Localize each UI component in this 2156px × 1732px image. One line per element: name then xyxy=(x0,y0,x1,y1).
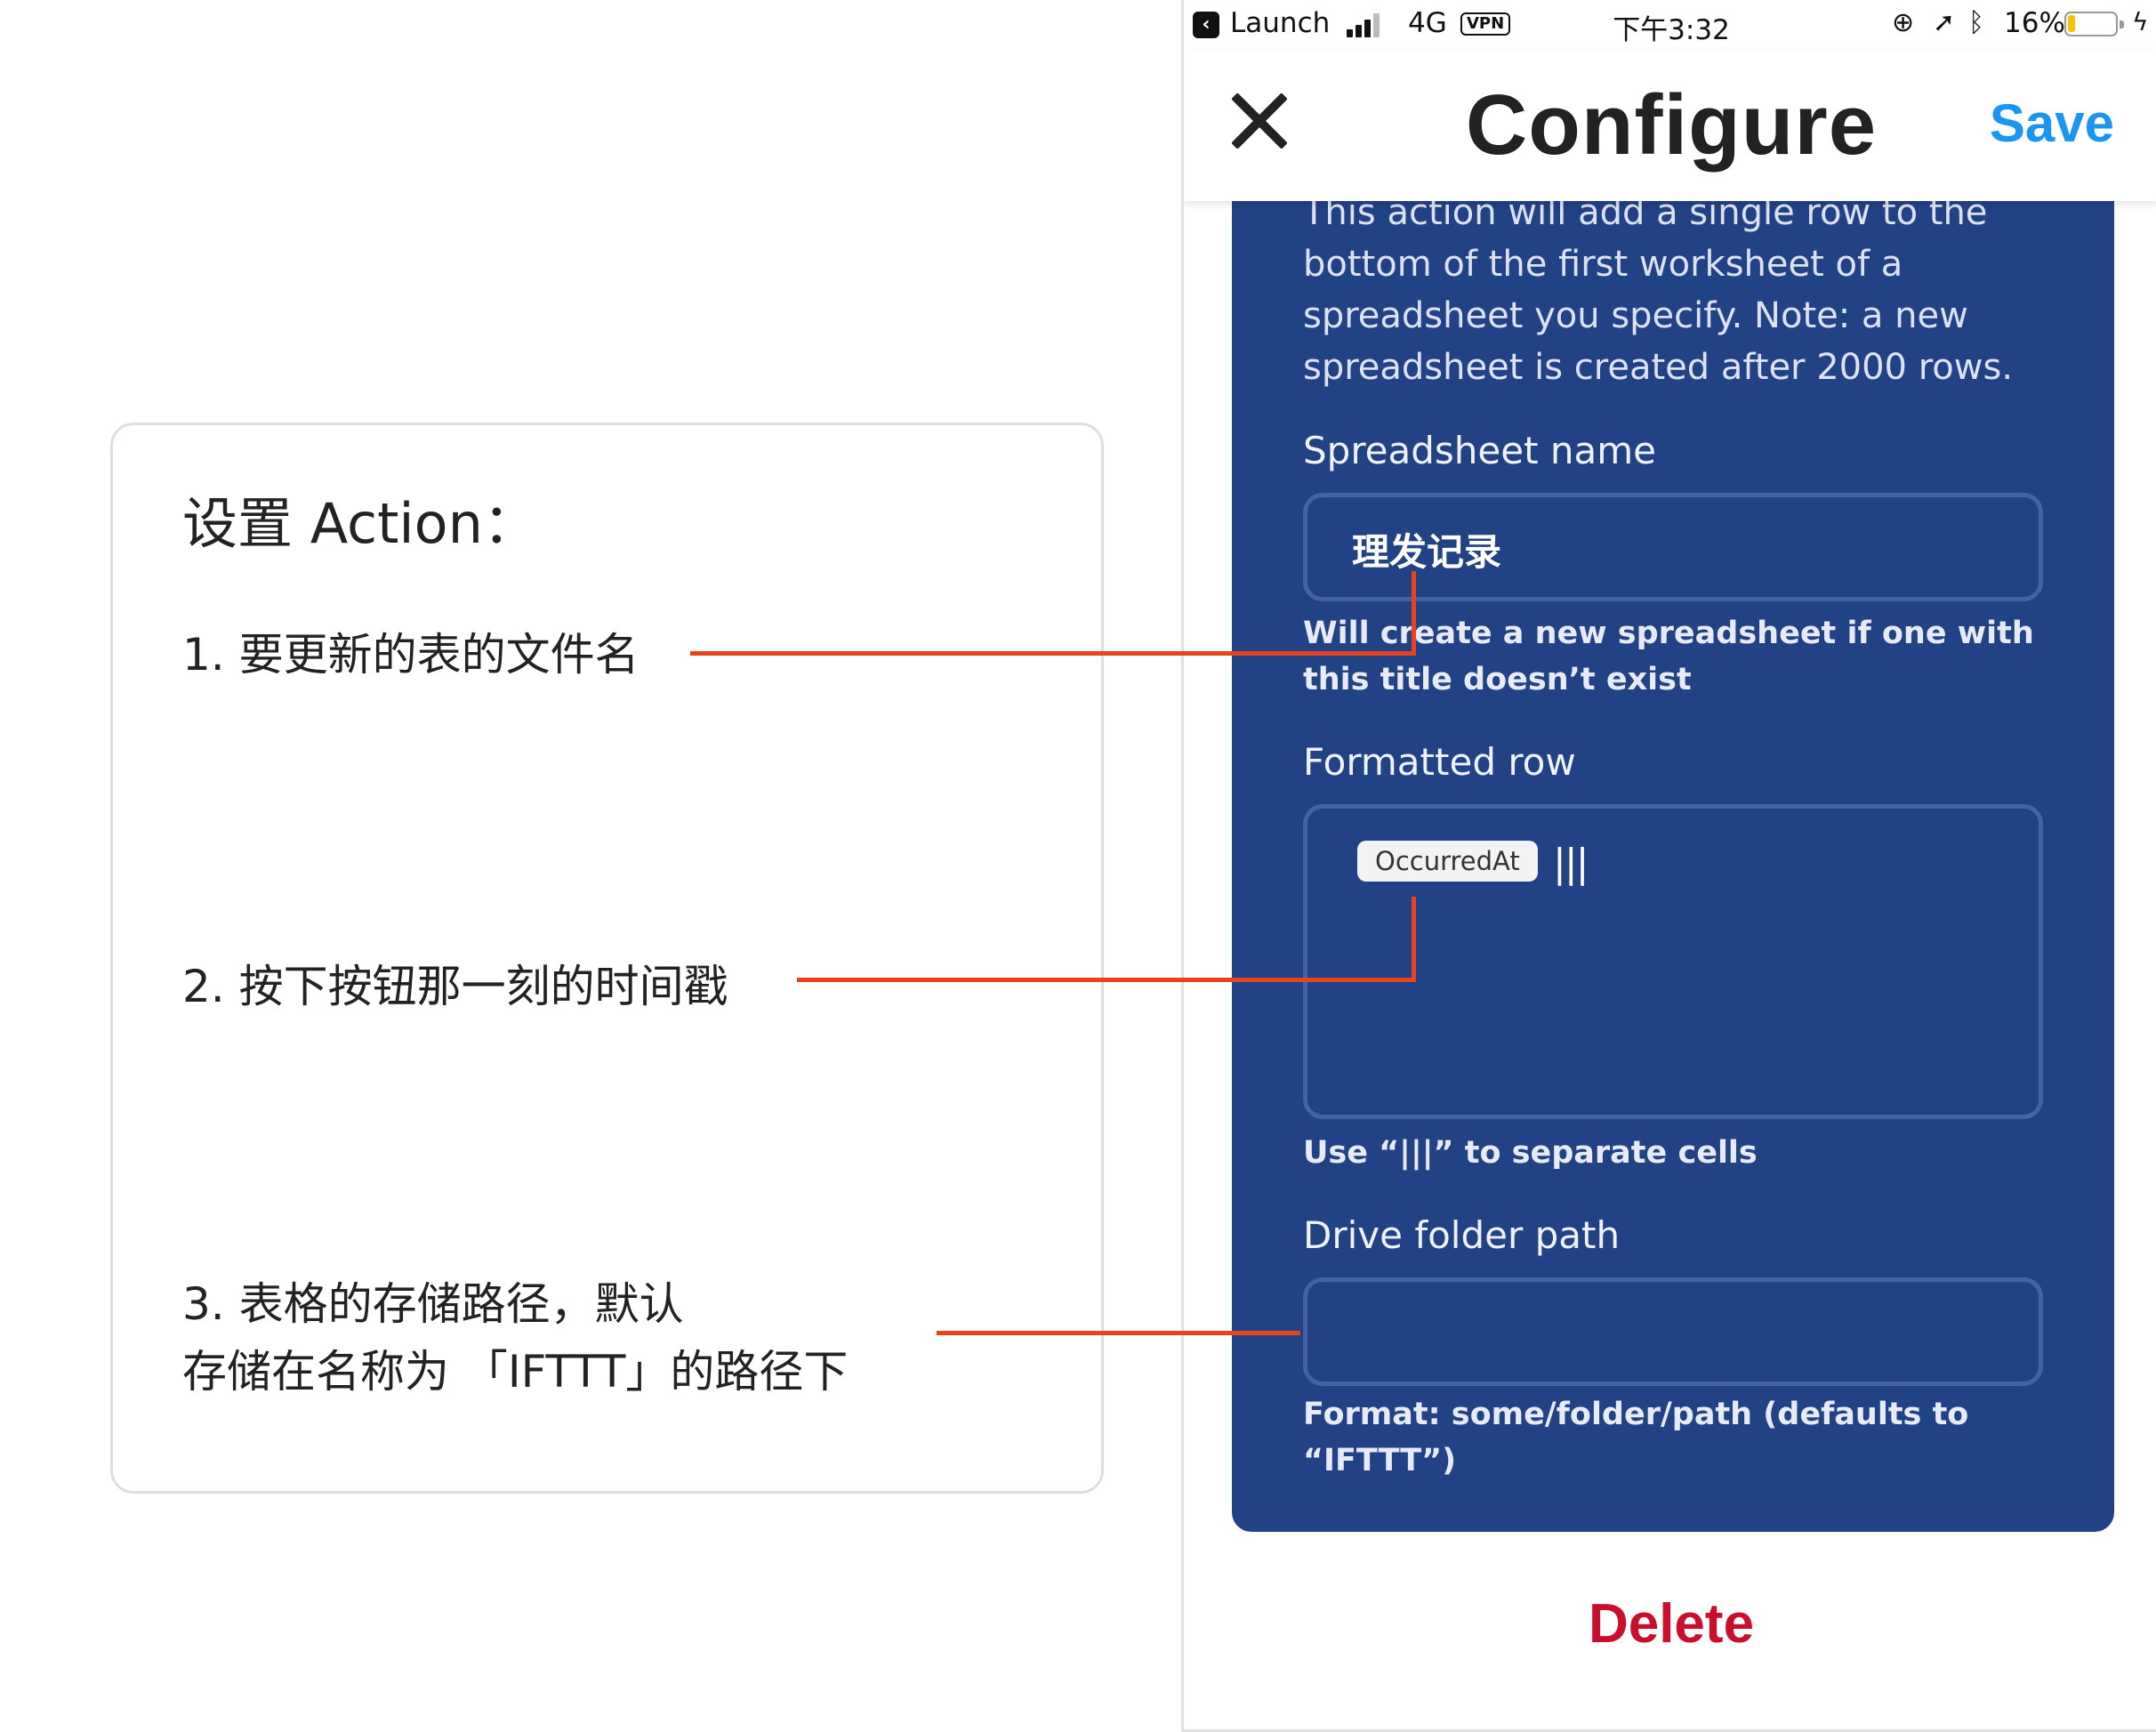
nav-bar: Configure Save xyxy=(1184,50,2156,201)
rotation-lock-icon: ⊕ xyxy=(1892,7,1915,38)
annotation-item-3: 3. 表格的存储路径，默认 存储在名称为 「IFTTT」的路径下 xyxy=(182,1270,848,1406)
drive-folder-path-input[interactable] xyxy=(1303,1277,2043,1386)
formatted-row-label: Formatted row xyxy=(1303,740,1576,784)
formatted-row-help: Use “|||” to separate cells xyxy=(1303,1135,1758,1171)
status-bar: ‹ Launch 4G VPN 下午3:32 ⊕ ➚ ᛒ 16% ϟ xyxy=(1184,0,2156,50)
action-config-card: This action will add a single row to the… xyxy=(1232,160,2114,1532)
drive-folder-path-label: Drive folder path xyxy=(1303,1213,1621,1257)
leader-line-1-vertical xyxy=(1412,571,1416,656)
leader-line-2-vertical xyxy=(1412,897,1416,982)
action-description: This action will add a single row to the… xyxy=(1303,192,2014,388)
spreadsheet-name-label: Spreadsheet name xyxy=(1303,429,1657,472)
drive-folder-path-help: Format: some/folder/path (defaults to “I… xyxy=(1303,1397,1969,1478)
leader-line-3-horizontal xyxy=(937,1331,1300,1335)
annotation-item-2-line-1: 2. 按下按钮那一刻的时间戳 xyxy=(182,961,728,1012)
battery-percent: 16% xyxy=(2004,7,2065,39)
phone-screen: ‹ Launch 4G VPN 下午3:32 ⊕ ➚ ᛒ 16% ϟ Confi… xyxy=(1181,0,2156,1732)
bluetooth-icon: ᛒ xyxy=(1968,7,1984,38)
charging-icon: ϟ xyxy=(2132,7,2149,36)
cell-separator: ||| xyxy=(1553,841,1589,886)
spreadsheet-name-value: 理发记录 xyxy=(1352,530,1502,574)
annotation-item-1: 1. 要更新的表的文件名 xyxy=(182,621,640,689)
leader-line-2-horizontal xyxy=(797,978,1416,982)
save-button[interactable]: Save xyxy=(1990,93,2114,154)
annotation-title: 设置 Action： xyxy=(182,491,538,556)
battery-icon xyxy=(2064,12,2124,36)
ingredient-chip-occurredat[interactable]: OccurredAt xyxy=(1357,841,1538,882)
annotation-item-2: 2. 按下按钮那一刻的时间戳 xyxy=(182,953,728,1020)
delete-button[interactable]: Delete xyxy=(1184,1592,2156,1655)
annotation-item-1-line-1: 1. 要更新的表的文件名 xyxy=(182,629,640,681)
spreadsheet-name-help: Will create a new spreadsheet if one wit… xyxy=(1303,616,2034,697)
annotation-item-3-line-2: 存储在名称为 「IFTTT」的路径下 xyxy=(182,1346,849,1398)
location-icon: ➚ xyxy=(1933,7,1956,38)
leader-line-1-horizontal xyxy=(690,651,1416,656)
annotation-item-3-line-1: 3. 表格的存储路径，默认 xyxy=(182,1278,684,1330)
